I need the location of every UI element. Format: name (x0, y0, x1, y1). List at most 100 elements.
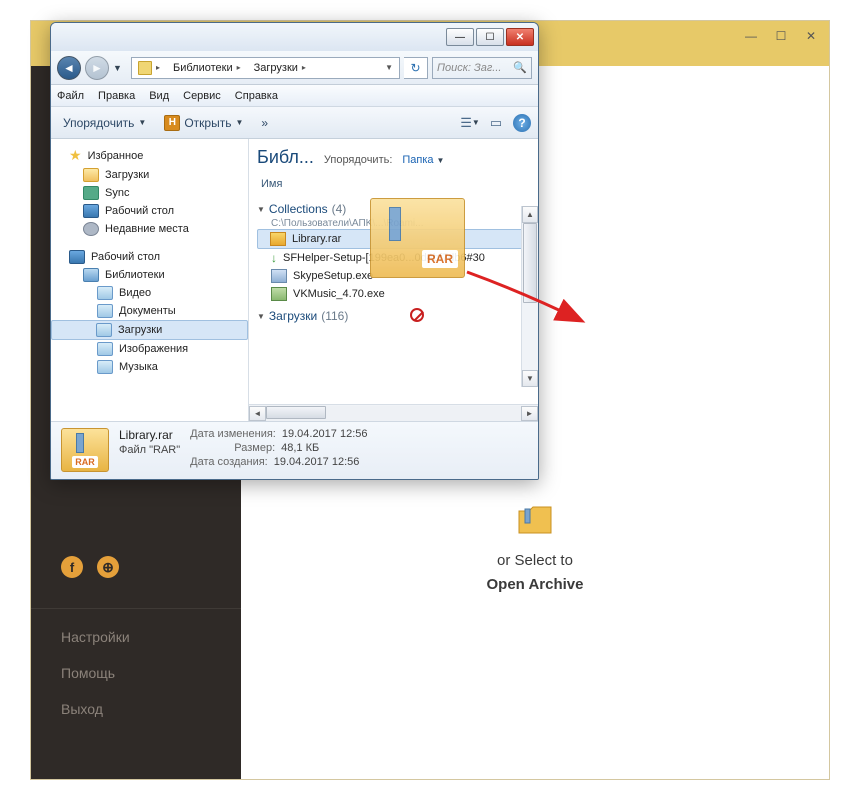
clock-icon (83, 222, 99, 236)
chevron-icon: ▸ (237, 63, 241, 72)
sort-label: Упорядочить: (324, 154, 393, 166)
sidebar-link-exit[interactable]: Выход (31, 691, 241, 727)
file-vkmusic[interactable]: VKMusic_4.70.exe (257, 285, 534, 303)
column-name[interactable]: Имя (257, 176, 534, 194)
horizontal-scrollbar[interactable]: ◄ ► (249, 404, 538, 421)
refresh-button[interactable]: ↻ (404, 57, 428, 79)
file-skypesetup[interactable]: SkypeSetup.exe (257, 267, 534, 285)
tree-item-music[interactable]: Музыка (51, 358, 248, 376)
close-button[interactable]: ✕ (506, 28, 534, 46)
addr-downloads[interactable]: Загрузки ▸ (248, 62, 313, 74)
minimize-button[interactable]: — (446, 28, 474, 46)
folder-icon (138, 61, 152, 75)
sort-dropdown[interactable]: Папка ▼ (402, 154, 444, 166)
addr-dropdown[interactable]: ▼ (379, 63, 399, 72)
scroll-down-button[interactable]: ▼ (522, 370, 538, 387)
libraries-icon (83, 268, 99, 282)
file-sfhelper[interactable]: ↓SFHelper-Setup-[199ea0...0d4bf7db6#30 (257, 249, 534, 267)
tree-item-documents[interactable]: Документы (51, 302, 248, 320)
group-count: (116) (321, 309, 348, 323)
explorer-window: — ☐ ✕ ◄ ► ▼ ▸ Библиотеки ▸ Загрузки ▸ ▼ … (50, 22, 539, 480)
forward-button[interactable]: ► (85, 56, 109, 80)
menu-view[interactable]: Вид (149, 90, 169, 102)
star-icon: ★ (69, 147, 82, 164)
back-button[interactable]: ◄ (57, 56, 81, 80)
details-filetype: Файл "RAR" (119, 444, 180, 456)
toolbar-more[interactable]: » (255, 114, 274, 132)
details-filename: Library.rar (119, 428, 180, 442)
download-icon: ↓ (271, 251, 277, 265)
documents-icon (97, 304, 113, 318)
tree-item-images[interactable]: Изображения (51, 340, 248, 358)
explorer-titlebar[interactable]: — ☐ ✕ (51, 23, 538, 51)
details-label: Дата создания: (190, 456, 268, 468)
rar-badge: RAR (72, 456, 98, 468)
rar-icon (270, 232, 286, 246)
tree-item-sync[interactable]: Sync (51, 184, 248, 202)
help-icon: ? (513, 114, 531, 132)
details-label: Размер: (190, 442, 275, 454)
group-collections[interactable]: ▼Collections (4) (257, 196, 534, 218)
tree-favorites[interactable]: ★Избранное (51, 145, 248, 166)
vertical-scrollbar[interactable]: ▲ ▼ (521, 206, 538, 387)
tree-item-desktop[interactable]: Рабочий стол (51, 202, 248, 220)
details-label: Дата изменения: (190, 428, 276, 440)
tree-item-recent[interactable]: Недавние места (51, 220, 248, 238)
addr-libraries[interactable]: Библиотеки ▸ (167, 62, 248, 74)
scroll-right-button[interactable]: ► (521, 406, 538, 421)
exe-icon (271, 269, 287, 283)
preview-pane-button[interactable]: ▭ (486, 113, 506, 133)
images-icon (97, 342, 113, 356)
details-value: 48,1 КБ (281, 442, 319, 454)
scroll-thumb[interactable] (266, 406, 326, 419)
file-list[interactable]: Имя ▼Collections (4) C:\Пользователи\AПK… (249, 172, 538, 404)
history-dropdown[interactable]: ▼ (113, 63, 127, 73)
menu-file[interactable]: Файл (57, 90, 84, 102)
group-path: C:\Пользователи\AПK\...\Roami... (257, 218, 534, 229)
sidebar-link-help[interactable]: Помощь (31, 655, 241, 691)
explorer-body: ★Избранное Загрузки Sync Рабочий стол Не… (51, 139, 538, 421)
nav-tree[interactable]: ★Избранное Загрузки Sync Рабочий стол Не… (51, 139, 249, 421)
view-mode-button[interactable]: ☰ ▼ (460, 113, 480, 133)
menu-tools[interactable]: Сервис (183, 90, 221, 102)
tree-item-video[interactable]: Видео (51, 284, 248, 302)
details-value: 19.04.2017 12:56 (274, 456, 360, 468)
group-downloads[interactable]: ▼Загрузки (116) (257, 303, 534, 325)
nav-bar: ◄ ► ▼ ▸ Библиотеки ▸ Загрузки ▸ ▼ ↻ Поис… (51, 51, 538, 85)
scroll-left-button[interactable]: ◄ (249, 406, 266, 421)
addr-root[interactable]: ▸ (132, 61, 167, 75)
search-input[interactable]: Поиск: Заг... 🔍 (432, 57, 532, 79)
organize-button[interactable]: Упорядочить ▼ (57, 114, 152, 132)
sidebar-link-settings[interactable]: Настройки (31, 619, 241, 655)
bg-close-button[interactable]: ✕ (797, 26, 825, 46)
expand-icon: ▼ (257, 205, 265, 214)
video-icon (97, 286, 113, 300)
facebook-icon[interactable]: f (61, 556, 83, 578)
help-button[interactable]: ? (512, 113, 532, 133)
details-value: 19.04.2017 12:56 (282, 428, 368, 440)
tree-item-downloads-selected[interactable]: Загрузки (51, 320, 248, 340)
bg-maximize-button[interactable]: ☐ (767, 26, 795, 46)
maximize-button[interactable]: ☐ (476, 28, 504, 46)
scroll-up-button[interactable]: ▲ (522, 206, 538, 223)
sidebar-divider (31, 608, 241, 609)
open-button[interactable]: HОткрыть ▼ (158, 113, 249, 133)
globe-icon[interactable]: ⊕ (97, 556, 119, 578)
tree-item-downloads[interactable]: Загрузки (51, 166, 248, 184)
menu-help[interactable]: Справка (235, 90, 278, 102)
desktop-icon (83, 204, 99, 218)
installer-icon (271, 287, 287, 301)
zip-band-icon (76, 433, 84, 453)
search-icon[interactable]: 🔍 (513, 61, 527, 74)
drop-text-line2: Open Archive (487, 576, 584, 593)
tree-libraries[interactable]: Библиотеки (51, 266, 248, 284)
tree-desktop-root[interactable]: Рабочий стол (51, 248, 248, 266)
scroll-thumb[interactable] (523, 223, 537, 303)
file-library-rar[interactable]: Library.rar (257, 229, 534, 249)
address-bar[interactable]: ▸ Библиотеки ▸ Загрузки ▸ ▼ (131, 57, 400, 79)
rar-file-icon: RAR (61, 428, 109, 472)
drop-text-line1: or Select to (497, 552, 573, 569)
bg-minimize-button[interactable]: — (737, 26, 765, 46)
chevron-down-icon: ▼ (235, 118, 243, 127)
menu-edit[interactable]: Правка (98, 90, 135, 102)
